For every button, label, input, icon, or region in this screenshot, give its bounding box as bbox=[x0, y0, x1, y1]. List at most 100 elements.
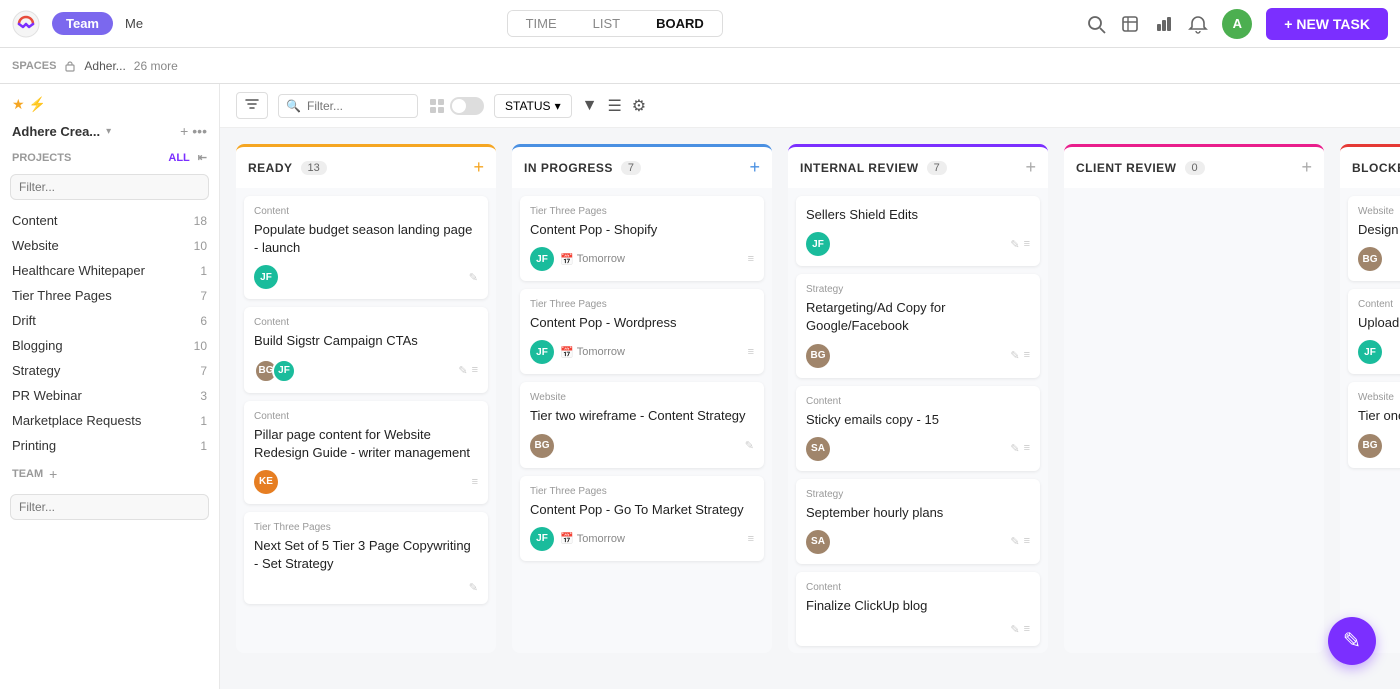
me-label[interactable]: Me bbox=[125, 16, 143, 31]
view-layout-button[interactable]: ☰ bbox=[607, 96, 621, 116]
bars-icon[interactable]: ≡ bbox=[1024, 238, 1030, 251]
tab-list[interactable]: LIST bbox=[575, 11, 638, 36]
sidebar-filter[interactable] bbox=[0, 170, 219, 208]
team-button[interactable]: Team bbox=[52, 12, 113, 35]
grid-icon bbox=[428, 97, 446, 115]
bars-icon[interactable]: ≡ bbox=[1024, 623, 1030, 636]
logo[interactable] bbox=[12, 10, 40, 38]
task-card[interactable]: ContentUpload next spot templa...JF bbox=[1348, 289, 1400, 374]
team-add-button[interactable]: + bbox=[49, 466, 57, 482]
task-card[interactable]: WebsiteTier two wireframe - Content Stra… bbox=[520, 382, 764, 467]
column-add-button[interactable]: + bbox=[1025, 157, 1036, 178]
fab-button[interactable]: ✎ bbox=[1328, 617, 1376, 665]
sidebar-item-content[interactable]: Content 18 bbox=[0, 208, 219, 233]
tab-time[interactable]: TIME bbox=[508, 11, 575, 36]
task-card[interactable]: Sellers Shield EditsJF✎≡ bbox=[796, 196, 1040, 266]
chart-icon[interactable] bbox=[1154, 14, 1174, 34]
user-avatar[interactable]: A bbox=[1222, 9, 1252, 39]
task-card[interactable]: WebsiteDesign our w...BG bbox=[1348, 196, 1400, 281]
workspace-more-button[interactable]: ••• bbox=[192, 123, 207, 139]
bars-icon[interactable]: ≡ bbox=[472, 364, 478, 377]
pencil-icon[interactable]: ✎ bbox=[1010, 623, 1019, 636]
tab-board[interactable]: BOARD bbox=[638, 11, 722, 36]
pencil-icon[interactable]: ✎ bbox=[469, 581, 478, 594]
sort-button[interactable] bbox=[236, 92, 268, 119]
sidebar-team-filter[interactable] bbox=[0, 490, 219, 528]
toggle-track[interactable] bbox=[450, 97, 484, 115]
user-avatar-group[interactable]: A bbox=[1222, 9, 1252, 39]
pencil-icon[interactable]: ✎ bbox=[745, 439, 754, 452]
pencil-icon[interactable]: ✎ bbox=[1010, 535, 1019, 548]
task-card[interactable]: Tier Three PagesNext Set of 5 Tier 3 Pag… bbox=[244, 512, 488, 604]
workspace-add-button[interactable]: + bbox=[180, 123, 188, 139]
task-card[interactable]: WebsiteTier one ser... tent popula...BG bbox=[1348, 382, 1400, 467]
cube-icon[interactable] bbox=[1120, 14, 1140, 34]
task-card[interactable]: ContentPopulate budget season landing pa… bbox=[244, 196, 488, 299]
sidebar-item-website[interactable]: Website 10 bbox=[0, 233, 219, 258]
sidebar-item-blogging[interactable]: Blogging 10 bbox=[0, 333, 219, 358]
task-card[interactable]: ContentSticky emails copy - 15SA✎≡ bbox=[796, 386, 1040, 471]
pencil-icon[interactable]: ✎ bbox=[458, 364, 467, 377]
sidebar-item-tier-three-pages[interactable]: Tier Three Pages 7 bbox=[0, 283, 219, 308]
task-card[interactable]: StrategySeptember hourly plansSA✎≡ bbox=[796, 479, 1040, 564]
more-link[interactable]: 26 more bbox=[134, 59, 178, 73]
new-task-button[interactable]: + NEW TASK bbox=[1266, 8, 1388, 40]
bars-icon[interactable]: ≡ bbox=[748, 346, 754, 358]
calendar-icon: 📅 bbox=[560, 253, 574, 266]
sidebar-team-filter-input[interactable] bbox=[10, 494, 209, 520]
sidebar-item-pr-webinar[interactable]: PR Webinar 3 bbox=[0, 383, 219, 408]
bars-icon[interactable]: ≡ bbox=[748, 533, 754, 545]
task-card[interactable]: Tier Three PagesContent Pop - Go To Mark… bbox=[520, 476, 764, 561]
card-avatar-group: BGJF bbox=[254, 359, 296, 383]
spaces-label: SPACES bbox=[12, 60, 56, 72]
column-body-internal-review: Sellers Shield EditsJF✎≡StrategyRetarget… bbox=[788, 188, 1048, 653]
bars-icon[interactable]: ≡ bbox=[1024, 442, 1030, 455]
board-settings-button[interactable]: ⚙ bbox=[632, 96, 646, 116]
sidebar-item-count: 1 bbox=[200, 414, 207, 428]
sidebar-item-healthcare-whitepaper[interactable]: Healthcare Whitepaper 1 bbox=[0, 258, 219, 283]
pencil-icon[interactable]: ✎ bbox=[1010, 349, 1019, 362]
card-actions: ≡ bbox=[748, 253, 754, 265]
card-title: Populate budget season landing page - la… bbox=[254, 221, 478, 257]
sidebar-item-strategy[interactable]: Strategy 7 bbox=[0, 358, 219, 383]
bars-icon[interactable]: ≡ bbox=[472, 476, 478, 488]
card-actions: ✎ bbox=[469, 581, 478, 594]
collapse-icon[interactable]: ⇤ bbox=[198, 151, 207, 164]
funnel-filter-button[interactable]: ▼ bbox=[582, 97, 598, 115]
all-projects-link[interactable]: All bbox=[168, 152, 189, 164]
task-card[interactable]: ContentFinalize ClickUp blog✎≡ bbox=[796, 572, 1040, 646]
toggle-wrap bbox=[428, 97, 484, 115]
pencil-icon[interactable]: ✎ bbox=[1010, 442, 1019, 455]
bars-icon[interactable]: ≡ bbox=[748, 253, 754, 265]
adhere-link[interactable]: Adher... bbox=[84, 59, 125, 73]
star-icon: ★ bbox=[12, 96, 25, 113]
pencil-icon[interactable]: ✎ bbox=[469, 271, 478, 284]
column-in-progress: IN PROGRESS 7 + Tier Three PagesContent … bbox=[512, 144, 772, 653]
column-add-button[interactable]: + bbox=[1301, 157, 1312, 178]
search-icon[interactable] bbox=[1086, 14, 1106, 34]
card-actions: ✎≡ bbox=[1010, 623, 1030, 636]
task-card[interactable]: Tier Three PagesContent Pop - WordpressJ… bbox=[520, 289, 764, 374]
column-add-button[interactable]: + bbox=[473, 157, 484, 178]
star-icons: ★ ⚡ bbox=[0, 92, 219, 117]
sidebar-item-marketplace-requests[interactable]: Marketplace Requests 1 bbox=[0, 408, 219, 433]
bars-icon[interactable]: ≡ bbox=[1024, 535, 1030, 548]
card-label: Tier Three Pages bbox=[530, 486, 754, 497]
sidebar-item-printing[interactable]: Printing 1 bbox=[0, 433, 219, 458]
workspace-header[interactable]: Adhere Crea... ▾ + ••• bbox=[0, 117, 219, 145]
card-title: Sticky emails copy - 15 bbox=[806, 411, 1030, 429]
bars-icon[interactable]: ≡ bbox=[1024, 349, 1030, 362]
card-footer: BG bbox=[1358, 434, 1400, 458]
sidebar-item-drift[interactable]: Drift 6 bbox=[0, 308, 219, 333]
column-add-button[interactable]: + bbox=[749, 157, 760, 178]
task-card[interactable]: StrategyRetargeting/Ad Copy for Google/F… bbox=[796, 274, 1040, 377]
sidebar-filter-input[interactable] bbox=[10, 174, 209, 200]
task-card[interactable]: ContentPillar page content for Website R… bbox=[244, 401, 488, 504]
task-card[interactable]: ContentBuild Sigstr Campaign CTAsBGJF✎≡ bbox=[244, 307, 488, 392]
status-filter-label: STATUS bbox=[505, 99, 551, 113]
column-header-internal-review: INTERNAL REVIEW 7 + bbox=[788, 144, 1048, 188]
notification-icon[interactable] bbox=[1188, 14, 1208, 34]
status-filter-button[interactable]: STATUS ▾ bbox=[494, 94, 572, 118]
pencil-icon[interactable]: ✎ bbox=[1010, 238, 1019, 251]
task-card[interactable]: Tier Three PagesContent Pop - ShopifyJF📅… bbox=[520, 196, 764, 281]
